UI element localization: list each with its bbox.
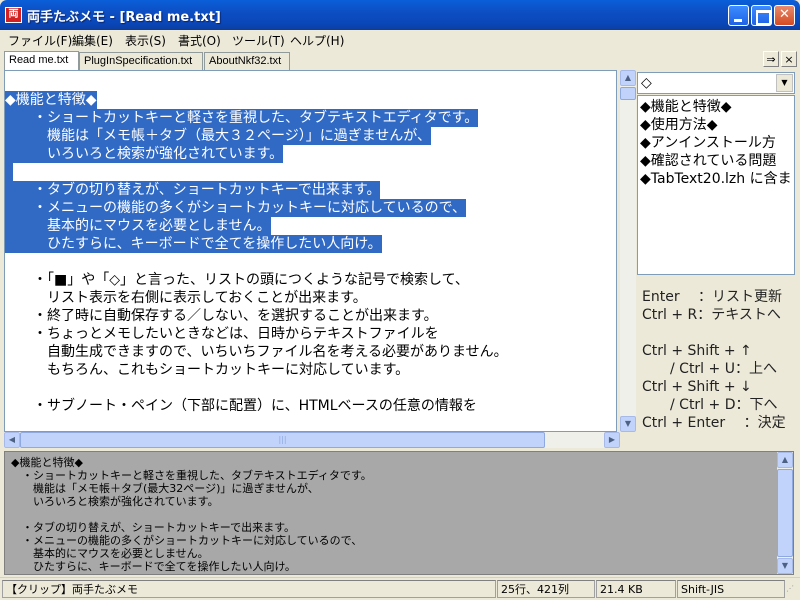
editor-line: 機能は「メモ帳＋タブ（最大３２ページ）」に過ぎませんが、 xyxy=(5,127,432,145)
help-line: Ctrl + Enter ：決定 xyxy=(642,415,786,431)
list-item[interactable]: ◆TabText20.lzh に含ま xyxy=(640,170,792,188)
editor-line: ・「■」や「◇」と言った、リストの頭につくような記号で検索して、 xyxy=(5,272,469,288)
tab-next-button[interactable]: ⇒ xyxy=(763,51,779,67)
status-bar: 【クリップ】両手たぶメモ 25行、421列 21.4 KB Shift-JIS … xyxy=(0,577,800,600)
help-line: Ctrl + R：テキストへ xyxy=(642,307,781,323)
editor-line: ・終了時に自動保存する／しない、を選択することが出来ます。 xyxy=(5,308,438,324)
subnote-pane[interactable]: ◆機能と特徴◆ ・ショートカットキーと軽さを重視した、タブテキストエディタです。… xyxy=(4,451,794,575)
editor-line: 基本的にマウスを必要としません。 xyxy=(5,217,271,235)
heading-list[interactable]: ◆機能と特徴◆ ◆使用方法◆ ◆アンインストール方 ◆確認されている問題 ◆Ta… xyxy=(637,95,795,275)
right-vscrollbar[interactable]: ▲ ▼ xyxy=(620,70,636,432)
editor-line: リスト表示を右側に表示しておくことが出来ます。 xyxy=(5,290,367,306)
subnote-vscroll-thumb[interactable] xyxy=(777,469,793,557)
right-vscroll-thumb[interactable] xyxy=(620,87,636,100)
status-clip: 【クリップ】両手たぶメモ xyxy=(2,580,496,598)
editor-hscroll-thumb[interactable]: ||| xyxy=(20,432,545,448)
subnote-line: ・メニューの機能の多くがショートカットキーに対応しているので、 xyxy=(11,534,363,547)
editor-line: ・ちょっとメモしたいときなどは、日時からテキストファイルを xyxy=(5,326,439,342)
scroll-up-icon[interactable]: ▲ xyxy=(620,70,636,86)
status-position: 25行、421列 xyxy=(497,580,595,598)
subnote-line: ◆機能と特徴◆ xyxy=(11,456,83,469)
chevron-down-icon[interactable]: ▼ xyxy=(776,74,793,92)
text-editor[interactable]: ◆機能と特徴◆ ・ショートカットキーと軽さを重視した、タブテキストエディタです。… xyxy=(4,70,617,432)
tab-read-me[interactable]: Read me.txt xyxy=(4,51,79,70)
help-line: Enter ：リスト更新 xyxy=(642,289,783,305)
tab-bar: Read me.txt PlugInSpecification.txt Abou… xyxy=(0,50,800,70)
editor-line: ・タブの切り替えが、ショートカットキーで出来ます。 xyxy=(5,181,381,199)
help-line: Ctrl + Shift + ↓ xyxy=(642,379,752,395)
help-line: / Ctrl + D：下へ xyxy=(642,397,778,413)
menu-view[interactable]: 表示(S) xyxy=(125,32,166,49)
list-item[interactable]: ◆使用方法◆ xyxy=(640,116,718,134)
list-item[interactable]: ◆確認されている問題 xyxy=(640,152,776,170)
editor-line: もちろん、これもショートカットキーに対応しています。 xyxy=(5,362,410,378)
scroll-up-icon[interactable]: ▲ xyxy=(777,452,793,468)
menu-bar: ファイル(F) 編集(E) 表示(S) 書式(O) ツール(T) ヘルプ(H) xyxy=(0,30,800,50)
subnote-vscrollbar[interactable]: ▲ ▼ xyxy=(777,452,793,574)
help-line: / Ctrl + U：上へ xyxy=(642,361,777,377)
subnote-line: 基本的にマウスを必要としません。 xyxy=(11,547,209,560)
status-encoding: Shift-JIS xyxy=(677,580,785,598)
app-icon[interactable]: 両 xyxy=(5,7,22,23)
menu-file[interactable]: ファイル(F) xyxy=(8,32,72,49)
editor-line: 自動生成できますので、いちいちファイル名を考える必要がありません。 xyxy=(5,344,508,360)
scroll-left-icon[interactable]: ◀ xyxy=(4,432,20,448)
editor-line: いろいろと検索が強化されています。 xyxy=(5,145,284,163)
tab-plugin-specification[interactable]: PlugInSpecification.txt xyxy=(79,52,203,70)
minimize-button[interactable] xyxy=(728,5,749,26)
editor-line: ・サブノート・ペイン（下部に配置）に、HTMLベースの任意の情報を xyxy=(5,398,477,414)
editor-line: ◆機能と特徴◆ xyxy=(5,91,97,109)
subnote-line: 機能は「メモ帳＋タブ(最大32ページ)」に過ぎませんが、 xyxy=(11,482,319,495)
menu-edit[interactable]: 編集(E) xyxy=(72,32,113,49)
editor-line: ・ショートカットキーと軽さを重視した、タブテキストエディタです。 xyxy=(5,109,479,127)
scroll-right-icon[interactable]: ▶ xyxy=(604,432,620,448)
scroll-down-icon[interactable]: ▼ xyxy=(777,558,793,574)
window-title: 両手たぶメモ - [Read me.txt] xyxy=(27,10,221,25)
list-item[interactable]: ◆機能と特徴◆ xyxy=(640,98,732,116)
list-item[interactable]: ◆アンインストール方 xyxy=(640,134,776,152)
scroll-down-icon[interactable]: ▼ xyxy=(620,416,636,432)
subnote-line: ・ショートカットキーと軽さを重視した、タブテキストエディタです。 xyxy=(11,469,372,482)
subnote-line: ひたすらに、キーボードで全てを操作したい人向け。 xyxy=(11,560,296,573)
tab-close-button[interactable]: × xyxy=(781,51,797,67)
menu-format[interactable]: 書式(O) xyxy=(178,32,221,49)
subnote-line: いろいろと検索が強化されています。 xyxy=(11,495,219,508)
editor-hscrollbar[interactable]: ◀ ||| ▶ xyxy=(4,432,620,448)
editor-line: ・メニューの機能の多くがショートカットキーに対応しているので、 xyxy=(5,199,467,217)
close-button[interactable]: ✕ xyxy=(774,5,795,26)
maximize-button[interactable] xyxy=(751,5,772,26)
resize-grip-icon[interactable]: ⋰ xyxy=(786,584,798,598)
symbol-select-value: ◇ xyxy=(641,75,652,91)
tab-about-nkf32[interactable]: AboutNkf32.txt xyxy=(204,52,290,70)
help-line: Ctrl + Shift + ↑ xyxy=(642,343,752,359)
editor-line: ひたすらに、キーボードで全てを操作したい人向け。 xyxy=(5,235,382,253)
menu-tools[interactable]: ツール(T) xyxy=(232,32,285,49)
subnote-line: ・タブの切り替えが、ショートカットキーで出来ます。 xyxy=(11,521,296,534)
title-bar[interactable]: 両 両手たぶメモ - [Read me.txt] ✕ xyxy=(0,0,800,30)
symbol-select[interactable]: ◇ ▼ xyxy=(637,72,795,94)
menu-help[interactable]: ヘルプ(H) xyxy=(290,32,344,49)
editor-line-empty xyxy=(5,163,13,181)
status-size: 21.4 KB xyxy=(596,580,676,598)
